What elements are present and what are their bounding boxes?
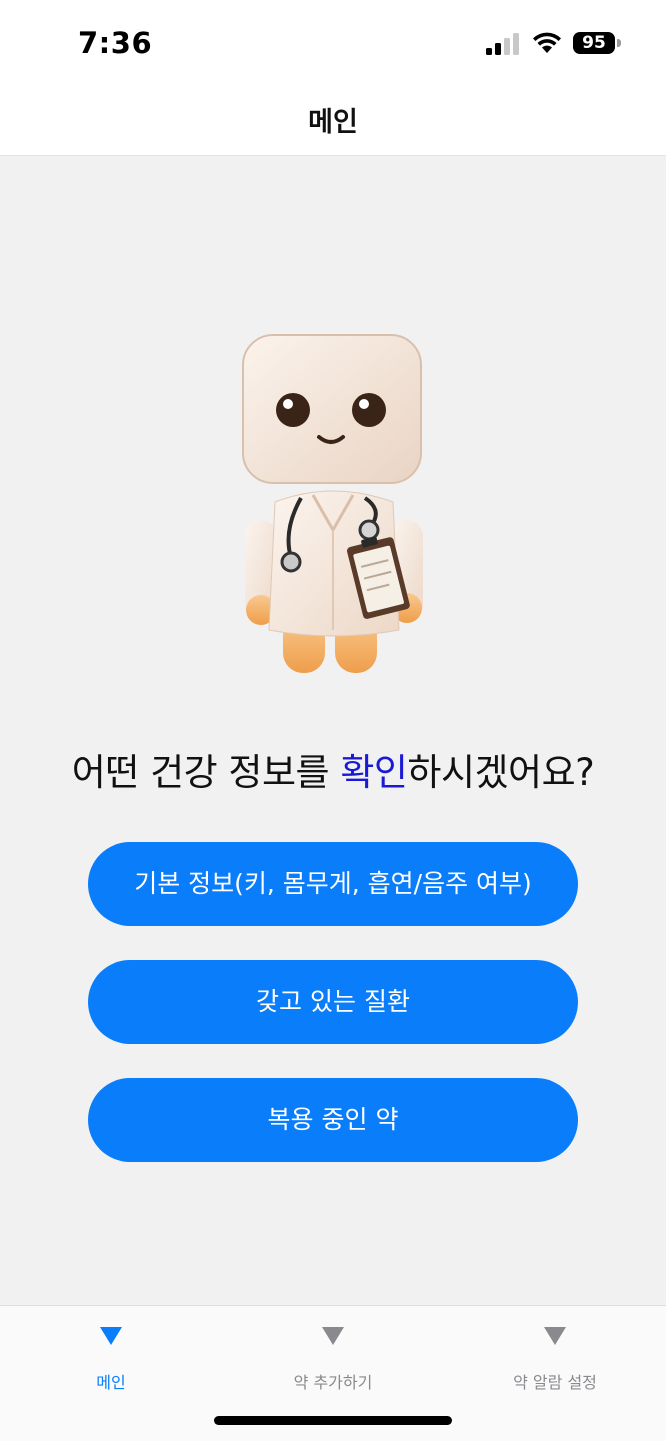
page-title: 메인 xyxy=(308,107,358,138)
tab-main[interactable]: 메인 xyxy=(0,1306,222,1406)
health-info-question: 어떤 건강 정보를 확인하시겠어요? xyxy=(0,742,666,796)
triangle-down-icon xyxy=(100,1327,122,1345)
question-text-after: 하시겠어요? xyxy=(407,751,595,794)
cellular-signal-icon xyxy=(486,33,519,55)
triangle-down-icon xyxy=(322,1327,344,1345)
status-time: 7:36 xyxy=(78,26,153,60)
diseases-button[interactable]: 갖고 있는 질환 xyxy=(88,960,578,1044)
navigation-bar: 메인 xyxy=(0,82,666,156)
question-highlight: 확인 xyxy=(340,751,408,794)
battery-indicator: 95 xyxy=(573,32,623,56)
tab-medication-alarm-label: 약 알람 설정 xyxy=(513,1373,597,1392)
tab-medication-alarm[interactable]: 약 알람 설정 xyxy=(444,1306,666,1406)
triangle-down-icon xyxy=(544,1327,566,1345)
tab-main-label: 메인 xyxy=(96,1373,126,1392)
status-bar: 7:36 95 xyxy=(0,0,666,82)
question-text-before: 어떤 건강 정보를 xyxy=(71,751,341,794)
battery-tip xyxy=(617,39,621,47)
tab-add-medication-label: 약 추가하기 xyxy=(293,1373,373,1392)
doctor-mascot-image xyxy=(242,334,423,673)
medications-button[interactable]: 복용 중인 약 xyxy=(88,1078,578,1162)
tab-add-medication[interactable]: 약 추가하기 xyxy=(222,1306,444,1406)
battery-level: 95 xyxy=(573,32,615,54)
basic-info-button[interactable]: 기본 정보(키, 몸무게, 흡연/음주 여부) xyxy=(88,842,578,926)
home-indicator[interactable] xyxy=(214,1416,452,1425)
wifi-icon xyxy=(533,32,561,53)
